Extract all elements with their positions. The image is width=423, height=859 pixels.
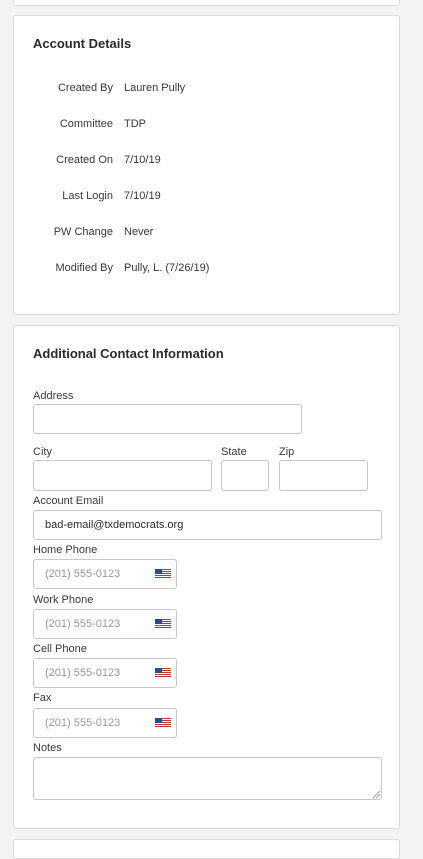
us-flag-icon[interactable] bbox=[155, 569, 171, 579]
detail-label: Modified By bbox=[55, 262, 113, 274]
next-card bbox=[13, 839, 400, 859]
detail-label: Created By bbox=[57, 82, 113, 94]
zip-input[interactable] bbox=[279, 460, 368, 491]
detail-label: PW Change bbox=[53, 226, 113, 238]
contact-info-title: Additional Contact Information bbox=[33, 346, 224, 361]
us-flag-icon[interactable] bbox=[155, 668, 171, 678]
city-label: City bbox=[33, 446, 52, 458]
fax-field bbox=[33, 708, 177, 738]
detail-row-last-login: Last Login 7/10/19 bbox=[14, 190, 399, 206]
detail-value: 7/10/19 bbox=[124, 190, 161, 202]
account-details-card: Account Details Created By Lauren Pully … bbox=[13, 15, 400, 315]
detail-value: 7/10/19 bbox=[124, 154, 161, 166]
detail-label: Created On bbox=[56, 154, 113, 166]
fax-label: Fax bbox=[33, 692, 52, 704]
city-input[interactable] bbox=[33, 460, 212, 491]
home-phone-label: Home Phone bbox=[33, 544, 98, 556]
resize-grip-icon[interactable] bbox=[373, 791, 380, 798]
notes-textarea[interactable] bbox=[33, 757, 382, 800]
state-label: State bbox=[221, 446, 247, 458]
detail-value: TDP bbox=[124, 118, 146, 130]
detail-row-committee: Committee TDP bbox=[14, 118, 399, 134]
detail-row-modified-by: Modified By Pully, L. (7/26/19) bbox=[14, 262, 399, 278]
cell-phone-label: Cell Phone bbox=[33, 643, 87, 655]
account-details-title: Account Details bbox=[33, 36, 132, 51]
address-input[interactable] bbox=[33, 404, 302, 434]
us-flag-icon[interactable] bbox=[155, 619, 171, 629]
detail-label: Last Login bbox=[62, 190, 113, 202]
work-phone-field bbox=[33, 609, 177, 639]
state-input[interactable] bbox=[221, 460, 269, 491]
zip-label: Zip bbox=[279, 446, 295, 458]
notes-label: Notes bbox=[33, 742, 62, 754]
detail-row-created-on: Created On 7/10/19 bbox=[14, 154, 399, 170]
account-email-input[interactable] bbox=[33, 510, 382, 540]
notes-field bbox=[33, 757, 382, 800]
contact-info-card: Additional Contact Information Address C… bbox=[13, 325, 400, 829]
detail-row-pw-change: PW Change Never bbox=[14, 226, 399, 242]
cell-phone-field bbox=[33, 658, 177, 688]
previous-card bbox=[13, 0, 400, 6]
account-email-label: Account Email bbox=[33, 495, 104, 507]
work-phone-label: Work Phone bbox=[33, 594, 94, 606]
detail-value: Lauren Pully bbox=[124, 82, 186, 94]
detail-value: Never bbox=[124, 226, 154, 238]
detail-label: Committee bbox=[59, 118, 113, 130]
address-label: Address bbox=[33, 390, 74, 402]
home-phone-field bbox=[33, 559, 177, 589]
us-flag-icon[interactable] bbox=[155, 718, 171, 728]
detail-row-created-by: Created By Lauren Pully bbox=[14, 82, 399, 98]
detail-value: Pully, L. (7/26/19) bbox=[124, 262, 210, 274]
